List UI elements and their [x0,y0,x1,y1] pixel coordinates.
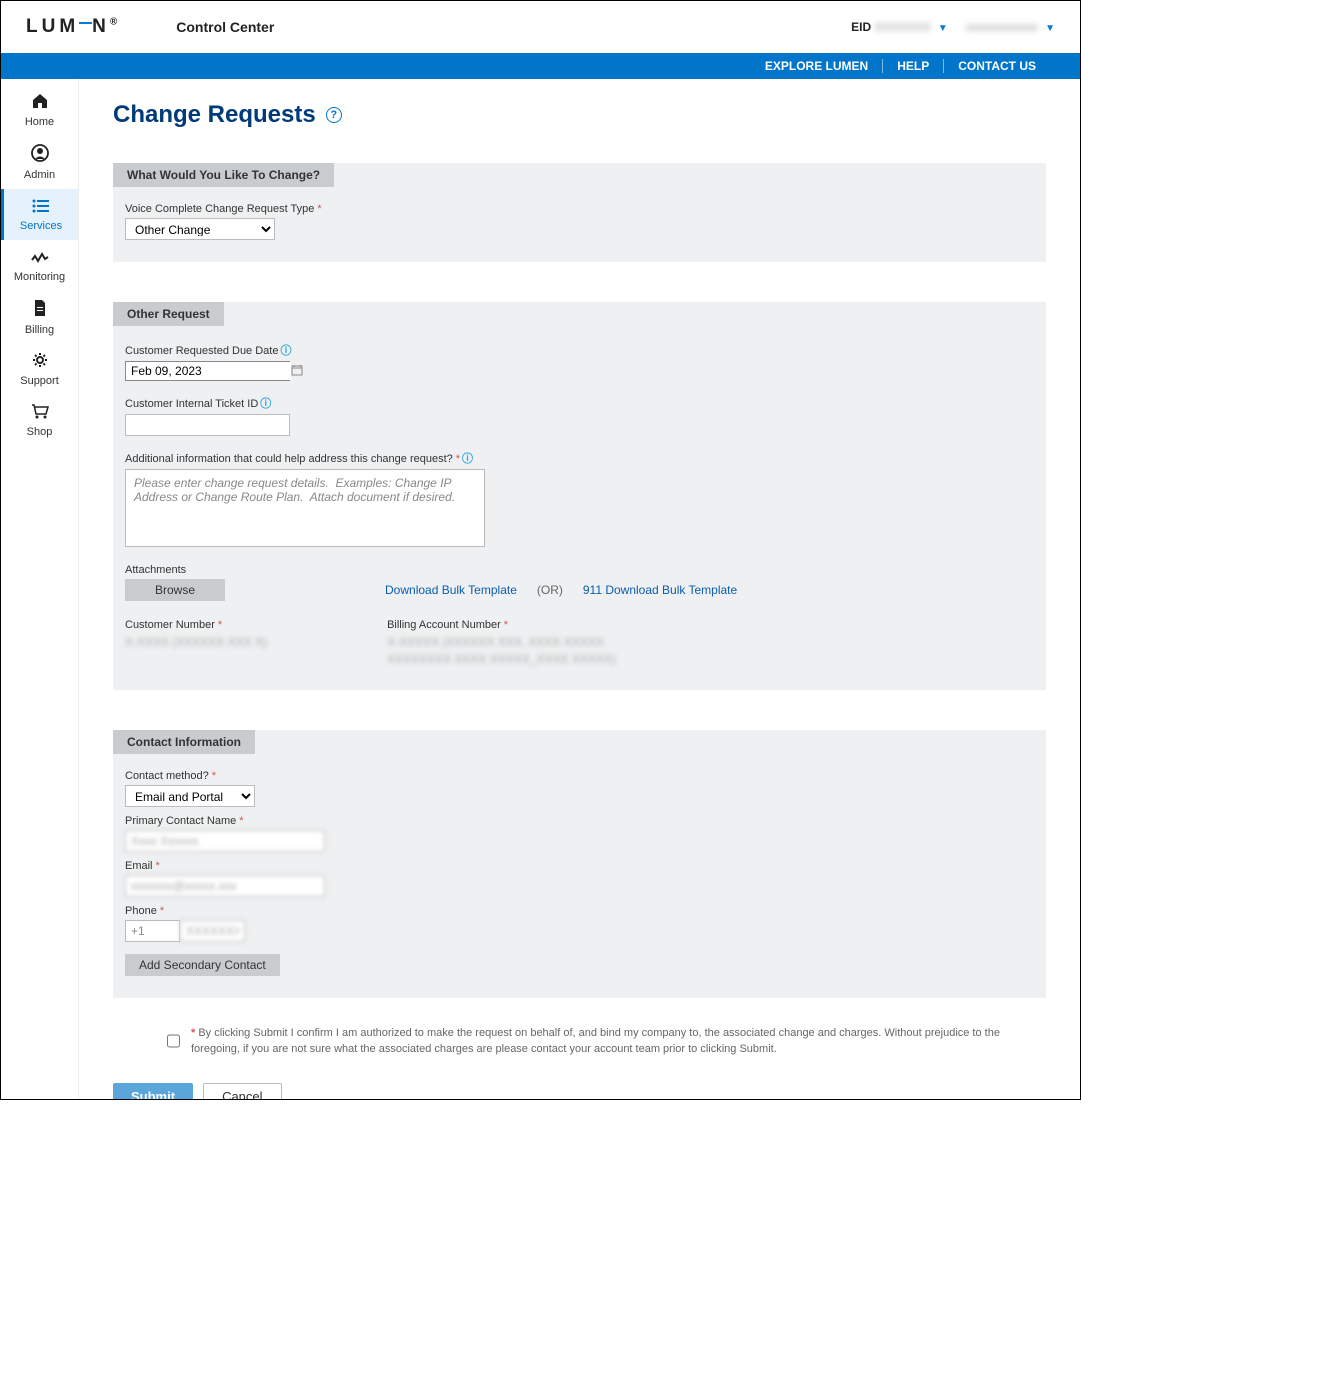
panel-other-request: Other Request Customer Requested Due Dat… [113,302,1046,690]
ban-value: X-XXXXX (XXXXXX XXX, XXXX XXXXX XXXXXXXX… [387,634,667,668]
attachments-label: Attachments [125,564,1034,576]
panel-title: Other Request [113,302,224,326]
change-type-label: Voice Complete Change Request Type* [125,203,1034,215]
app-title: Control Center [176,19,274,35]
help-icon[interactable]: ? [326,107,342,123]
main-content: Change Requests ? What Would You Like To… [79,79,1080,1099]
due-date-label: Customer Requested Due Dateⓘ [125,342,1034,358]
sidebar-item-label: Billing [1,324,78,336]
phone-number-input[interactable] [180,920,245,942]
activity-icon [1,248,78,269]
eid-value: XXXXXXX [874,20,930,34]
due-date-input[interactable] [125,361,290,381]
logo: LUMN® [26,16,121,38]
disclaimer-text: By clicking Submit I confirm I am author… [191,1027,1000,1055]
info-icon[interactable]: ⓘ [260,395,271,411]
disclaimer-row: * By clicking Submit I confirm I am auth… [113,1026,1046,1058]
required-marker: * [191,1027,195,1039]
addl-info-textarea[interactable] [125,469,485,547]
email-label: Email* [125,860,1034,872]
sidebar-item-support[interactable]: Support [1,344,78,395]
sidebar-item-services[interactable]: Services [1,189,78,240]
info-icon[interactable]: ⓘ [280,342,291,358]
eid-label: EID [851,20,871,34]
contact-method-label: Contact method?* [125,770,1034,782]
ban-label: Billing Account Number* [387,619,667,631]
home-icon [1,93,78,114]
phone-prefix-input[interactable] [125,920,180,942]
sidebar-item-label: Admin [1,169,78,181]
panel-contact-information: Contact Information Contact method?* Ema… [113,730,1046,998]
sidebar-item-billing[interactable]: Billing [1,291,78,344]
sidebar-item-home[interactable]: Home [1,85,78,136]
email-input[interactable] [125,875,325,897]
addl-info-label: Additional information that could help a… [125,450,1034,466]
download-bulk-template-link[interactable]: Download Bulk Template [385,583,517,597]
user-icon [1,144,78,167]
sidebar-item-label: Monitoring [1,271,78,283]
customer-number-value: X-XXXX (XXXXXX XXX X) [125,634,267,651]
download-911-template-link[interactable]: 911 Download Bulk Template [583,583,737,597]
sidebar-item-label: Home [1,116,78,128]
info-icon[interactable]: ⓘ [462,450,473,466]
add-secondary-contact-button[interactable]: Add Secondary Contact [125,954,280,976]
gear-icon [1,352,78,373]
confirm-checkbox[interactable] [167,1028,180,1055]
sidebar-item-label: Shop [1,426,78,438]
page-title: Change Requests ? [113,101,1046,129]
chevron-down-icon: ▼ [938,23,948,34]
top-nav-bar: EXPLORE LUMEN HELP CONTACT US [1,53,1080,79]
panel-title: What Would You Like To Change? [113,163,334,187]
browse-button[interactable]: Browse [125,579,225,601]
user-value: xxxxxxxxxxxx [966,20,1038,34]
primary-contact-label: Primary Contact Name* [125,815,1034,827]
panel-title: Contact Information [113,730,255,754]
ticket-id-label: Customer Internal Ticket IDⓘ [125,395,1034,411]
panel-change-type: What Would You Like To Change? Voice Com… [113,163,1046,262]
nav-explore-link[interactable]: EXPLORE LUMEN [751,59,882,73]
sidebar: Home Admin Services Monitoring Billing [1,79,79,1099]
contact-method-select[interactable]: Email and Portal [125,785,255,807]
chevron-down-icon: ▼ [1045,23,1055,34]
phone-label: Phone* [125,905,1034,917]
nav-contact-link[interactable]: CONTACT US [943,59,1050,73]
change-type-select[interactable]: Other Change [125,218,275,240]
page-title-text: Change Requests [113,101,316,129]
nav-help-link[interactable]: HELP [882,59,943,73]
sidebar-item-monitoring[interactable]: Monitoring [1,240,78,291]
customer-number-label: Customer Number* [125,619,267,631]
primary-contact-input[interactable] [125,830,325,852]
or-text: (OR) [537,583,563,597]
due-date-field[interactable] [126,362,291,380]
submit-button[interactable]: Submit [113,1083,193,1099]
sidebar-item-admin[interactable]: Admin [1,136,78,189]
action-row: Submit Cancel [113,1083,1046,1099]
eid-dropdown[interactable]: EID XXXXXXX ▼ [851,20,948,34]
calendar-icon[interactable] [291,364,303,379]
document-icon [1,299,78,322]
sidebar-item-label: Services [4,220,78,232]
list-icon [4,197,78,218]
sidebar-item-shop[interactable]: Shop [1,395,78,446]
cancel-button[interactable]: Cancel [203,1083,281,1099]
sidebar-item-label: Support [1,375,78,387]
app-header: LUMN® Control Center EID XXXXXXX ▼ xxxxx… [1,1,1080,53]
user-dropdown[interactable]: xxxxxxxxxxxx ▼ [966,20,1055,34]
cart-icon [1,403,78,424]
ticket-id-input[interactable] [125,414,290,436]
